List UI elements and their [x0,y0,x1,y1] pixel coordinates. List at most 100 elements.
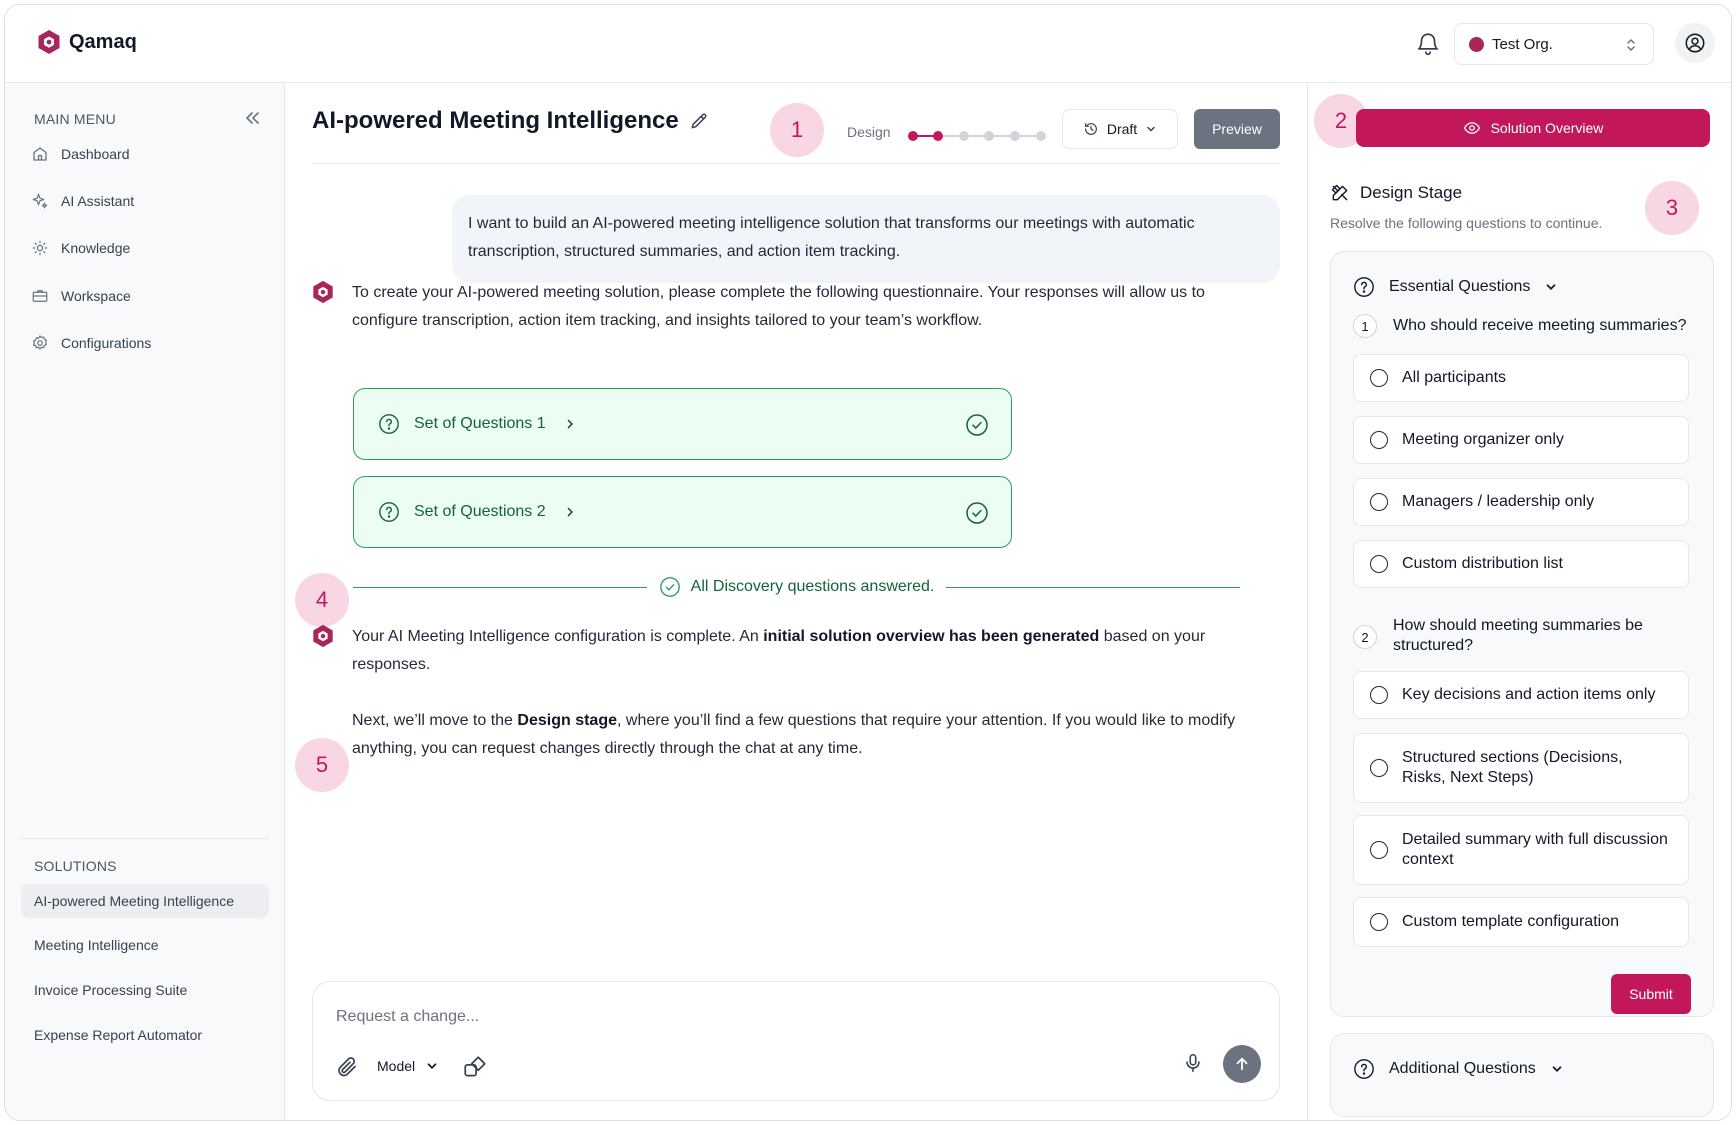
chevron-up-down-icon [1627,39,1635,51]
assistant-message-2: Your AI Meeting Intelligence configurati… [352,628,1206,673]
microphone-icon[interactable] [1182,1052,1204,1074]
additional-questions-label: Additional Questions [1389,1060,1536,1077]
radio-circle[interactable] [1370,555,1388,573]
eye-icon [1463,122,1480,134]
question-circle-icon [1354,1059,1374,1079]
solution-item-expense-report[interactable]: Expense Report Automator [21,1018,269,1052]
assistant-message-3: Next, we’ll move to the Design stage, wh… [352,712,1236,757]
org-color-dot [1469,36,1484,52]
option-radio[interactable]: Custom template configuration [1353,897,1689,947]
option-radio[interactable]: Key decisions and action items only [1353,671,1689,719]
chevron-down-icon [1147,126,1155,132]
option-radio[interactable]: Managers / leadership only [1353,478,1689,526]
solution-overview-button[interactable]: Solution Overview [1356,109,1710,147]
main-menu-heading: MAIN MENU [34,111,116,127]
solution-item-ai-meeting-intelligence[interactable]: AI-powered Meeting Intelligence [21,884,269,918]
additional-questions-header[interactable]: Additional Questions [1353,1058,1564,1080]
preview-button[interactable]: Preview [1194,109,1280,149]
option-radio[interactable]: Meeting organizer only [1353,416,1689,464]
app-frame: Qamaq Test Org. MAIN MENU Dashboard AI A… [4,4,1732,1121]
annotation-badge-5: 5 [295,738,349,792]
option-radio[interactable]: All participants [1353,354,1689,402]
org-selector[interactable]: Test Org. [1454,23,1654,65]
paperclip-icon[interactable] [335,1055,359,1079]
model-selector[interactable]: Model [377,1058,439,1074]
design-tools-icon [1331,184,1348,201]
additional-questions-panel: Additional Questions [1330,1033,1714,1117]
sidebar-divider [21,838,269,839]
app-name: Qamaq [69,30,137,53]
sidebar-item-configurations[interactable]: Configurations [31,332,151,354]
radio-circle[interactable] [1370,369,1388,387]
sidebar-item-knowledge[interactable]: Knowledge [31,237,130,259]
history-clock-icon [1084,123,1097,135]
collapse-sidebar-icon[interactable] [243,109,261,127]
option-radio[interactable]: Custom distribution list [1353,540,1689,588]
user-message: I want to build an AI-powered meeting in… [452,195,1280,283]
stepper-dot-pending [984,131,994,141]
sparkle-icon [32,193,48,209]
essential-questions-panel: Essential Questions 1 Who should receive… [1330,251,1714,1017]
question-set-card-1[interactable]: Set of Questions 1 [353,388,1012,460]
divider-line [946,586,1241,588]
sidebar: MAIN MENU Dashboard AI Assistant Knowled… [5,83,285,1120]
chevron-down-icon [427,1063,437,1069]
sidebar-item-label: AI Assistant [61,193,135,209]
sidebar-item-ai-assistant[interactable]: AI Assistant [31,190,134,212]
lightbulb-icon [32,240,48,256]
chat-main: AI-powered Meeting Intelligence 1 Design… [286,83,1307,1120]
question-circle-icon [379,414,399,434]
user-circle-icon [1685,33,1705,53]
top-bar: Qamaq Test Org. [5,5,1731,83]
radio-circle[interactable] [1370,841,1388,859]
submit-button[interactable]: Submit [1611,974,1691,1014]
stepper-dot-pending [1036,131,1046,141]
tools-icon[interactable] [462,1054,488,1080]
radio-circle[interactable] [1370,493,1388,511]
chevron-down-icon [1547,284,1556,290]
radio-circle[interactable] [1370,686,1388,704]
chevron-down-icon [1552,1066,1562,1072]
question-circle-icon [379,502,399,522]
org-name: Test Org. [1492,35,1553,53]
annotation-badge-1: 1 [770,103,824,157]
solution-item-invoice-processing[interactable]: Invoice Processing Suite [21,973,269,1007]
option-radio[interactable]: Structured sections (Decisions, Risks, N… [1353,733,1689,803]
sidebar-item-workspace[interactable]: Workspace [31,285,131,307]
home-icon [33,147,47,161]
briefcase-icon [32,290,48,302]
radio-circle[interactable] [1370,913,1388,931]
question-set-card-2[interactable]: Set of Questions 2 [353,476,1012,548]
question-circle-icon [1354,277,1374,297]
assistant-avatar-icon [313,624,333,648]
radio-circle[interactable] [1370,431,1388,449]
solution-item-meeting-intelligence[interactable]: Meeting Intelligence [21,928,269,962]
arrow-up-icon [1236,1057,1248,1071]
question-text: How should meeting summaries be structur… [1393,617,1643,654]
essential-questions-header[interactable]: Essential Questions [1353,276,1558,298]
radio-circle[interactable] [1370,759,1388,777]
option-radio[interactable]: Detailed summary with full discussion co… [1353,815,1689,885]
status-dropdown[interactable]: Draft [1062,109,1178,149]
send-button[interactable] [1223,1045,1261,1083]
sidebar-item-dashboard[interactable]: Dashboard [31,143,130,165]
stepper-dot-completed [933,131,943,141]
assistant-avatar-icon [313,280,333,304]
design-stage-label: Design Stage [1360,183,1463,202]
logo[interactable]: Qamaq [37,29,137,55]
page-title: AI-powered Meeting Intelligence [312,107,709,135]
edit-pencil-icon[interactable] [689,111,709,131]
design-stage-subtitle: Resolve the following questions to conti… [1330,215,1603,231]
sidebar-item-label: Workspace [61,288,131,304]
notification-bell-icon[interactable] [1415,31,1441,57]
chat-composer[interactable]: Request a change... Model [312,981,1280,1101]
user-avatar-button[interactable] [1675,23,1715,63]
chevron-right-icon [567,507,573,517]
assistant-message-1: To create your AI-powered meeting soluti… [352,284,1205,329]
chat-input[interactable]: Request a change... [336,1008,479,1026]
solution-overview-label: Solution Overview [1490,120,1604,136]
stage-stepper [908,131,1046,141]
gear-icon [32,335,48,350]
discovery-complete-label: All Discovery questions answered. [690,578,935,595]
stepper-dot-pending [959,131,969,141]
